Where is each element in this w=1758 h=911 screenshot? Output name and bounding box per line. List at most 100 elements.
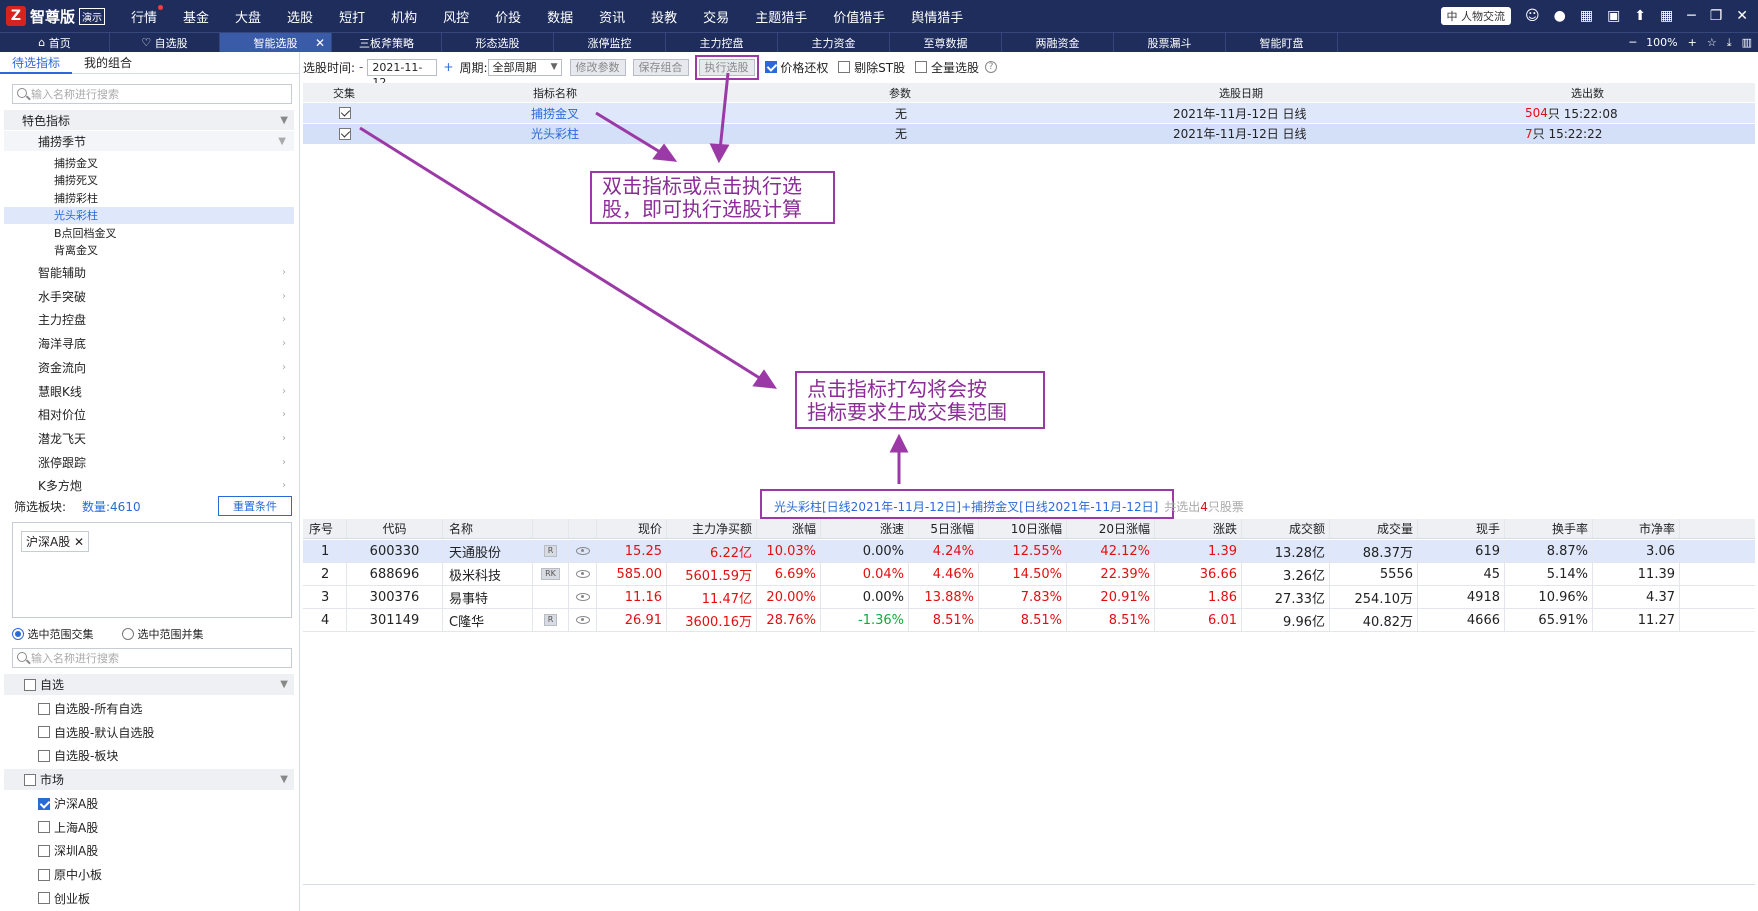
cell-pb: 11.39 [1593,563,1680,585]
arrowhead [652,143,678,162]
cell-hand: 45 [1418,563,1505,585]
column-header[interactable]: 名称 [443,519,533,538]
cell-net: 6.22亿 [667,540,757,562]
result-table-header: 序号 代码 名称 现价 主力净买额 涨幅 涨速 5日涨幅 10日涨幅 20日涨幅 涨跌 成交额 成交量现… [303,519,1755,539]
cell-name: 极米科技 [443,563,533,585]
cell-d5: 13.88% [909,586,979,608]
column-header[interactable]: 20日涨幅 [1067,519,1155,538]
cell-d20: 42.12% [1067,540,1155,562]
result-row[interactable]: 2 688696 极米科技 RK 585.00 5601.59万 6.69% 0.04% 4.4… [303,563,1755,586]
cell-idx: 1 [303,540,347,562]
result-row[interactable]: 3 300376 易事特 11.16 11.47亿 20.00% 0.00% 13.88% 7.… [303,586,1755,609]
column-header[interactable]: 序号 [303,519,347,538]
cell-chg: 10.03% [757,540,821,562]
result-suffix: 只股票 [1207,500,1244,514]
cell-idx: 2 [303,563,347,585]
cell-d10: 12.55% [979,540,1067,562]
result-row[interactable]: 1 600330 天通股份 R 15.25 6.22亿 10.03% 0.00% 4.24% 12… [303,540,1755,563]
formula-line: 光头彩柱[日线2021年-11月-12日]+捕捞金叉[日线2021年-11月-1… [774,498,1244,515]
result-count: 4 [1200,500,1208,514]
column-header[interactable]: 10日涨幅 [979,519,1067,538]
cell-badge: R [533,609,569,631]
arrow-line-from-exec [718,72,730,151]
cell-d20: 8.51% [1067,609,1155,631]
cell-net: 3600.16万 [667,609,757,631]
cell-badge: R [533,540,569,562]
cell-badge [533,586,569,608]
column-header[interactable]: 换手率 [1505,519,1593,538]
stock-badge: RK [541,568,560,580]
cell-d5: 4.46% [909,563,979,585]
cell-turnover: 5.14% [1505,563,1593,585]
horizontal-scrollbar[interactable] [303,884,1755,908]
cell-d10: 7.83% [979,586,1067,608]
cell-hand: 619 [1418,540,1505,562]
eye-icon[interactable] [575,616,590,624]
cell-name: 易事特 [443,586,533,608]
cell-volume: 254.10万 [1330,586,1418,608]
cell-badge: RK [533,563,569,585]
cell-hand: 4918 [1418,586,1505,608]
eye-icon[interactable] [575,547,590,555]
column-header[interactable]: 涨跌 [1155,519,1242,538]
cell-name: 天通股份 [443,540,533,562]
arrow-line-to-indicator [595,111,666,157]
cell-chg: 20.00% [757,586,821,608]
cell-volume: 88.37万 [1330,540,1418,562]
cell-diff: 36.66 [1155,563,1242,585]
cell-amount: 27.33亿 [1242,586,1330,608]
result-row[interactable]: 4 301149 C隆华 R 26.91 3600.16万 28.76% -1.36% 8.51… [303,609,1755,632]
cell-speed: 0.00% [821,586,909,608]
cell-d10: 14.50% [979,563,1067,585]
arrow-line-checkbox [359,126,767,384]
cell-turnover: 10.96% [1505,586,1593,608]
column-header[interactable]: 成交量 [1330,519,1418,538]
column-header[interactable]: 涨速 [821,519,909,538]
stock-badge: R [543,614,558,626]
cell-name: C隆华 [443,609,533,631]
cell-eye [569,586,597,608]
stock-badge: R [543,545,558,557]
arrowhead [709,143,730,164]
annotation-arrows [359,72,909,484]
cell-pb: 4.37 [1593,586,1680,608]
cell-amount: 9.96亿 [1242,609,1330,631]
cell-idx: 4 [303,609,347,631]
column-header[interactable]: 涨幅 [757,519,821,538]
column-header[interactable]: 现价 [597,519,667,538]
cell-speed: -1.36% [821,609,909,631]
cell-chg: 28.76% [757,609,821,631]
cell-price: 585.00 [597,563,667,585]
cell-d20: 20.91% [1067,586,1155,608]
column-header[interactable] [569,519,597,538]
cell-volume: 40.82万 [1330,609,1418,631]
cell-d5: 8.51% [909,609,979,631]
cell-chg: 6.69% [757,563,821,585]
arrowhead [752,369,778,389]
arrowhead [889,433,909,453]
cell-idx: 3 [303,586,347,608]
cell-code: 300376 [347,586,443,608]
cell-amount: 3.26亿 [1242,563,1330,585]
column-header[interactable]: 代码 [347,519,443,538]
cell-speed: 0.00% [821,540,909,562]
column-header[interactable]: 成交额 [1242,519,1330,538]
cell-amount: 13.28亿 [1242,540,1330,562]
cell-diff: 1.39 [1155,540,1242,562]
cell-hand: 4666 [1418,609,1505,631]
eye-icon[interactable] [575,593,590,601]
cell-pb: 3.06 [1593,540,1680,562]
cell-net: 11.47亿 [667,586,757,608]
column-header[interactable]: 市净率 [1593,519,1680,538]
eye-icon[interactable] [575,570,590,578]
cell-diff: 6.01 [1155,609,1242,631]
cell-price: 15.25 [597,540,667,562]
cell-speed: 0.04% [821,563,909,585]
cell-pb: 11.27 [1593,609,1680,631]
column-header[interactable] [533,519,569,538]
column-header[interactable]: 主力净买额 [667,519,757,538]
column-header[interactable]: 5日涨幅 [909,519,979,538]
cell-net: 5601.59万 [667,563,757,585]
column-header[interactable]: 现手 [1418,519,1505,538]
cell-d5: 4.24% [909,540,979,562]
